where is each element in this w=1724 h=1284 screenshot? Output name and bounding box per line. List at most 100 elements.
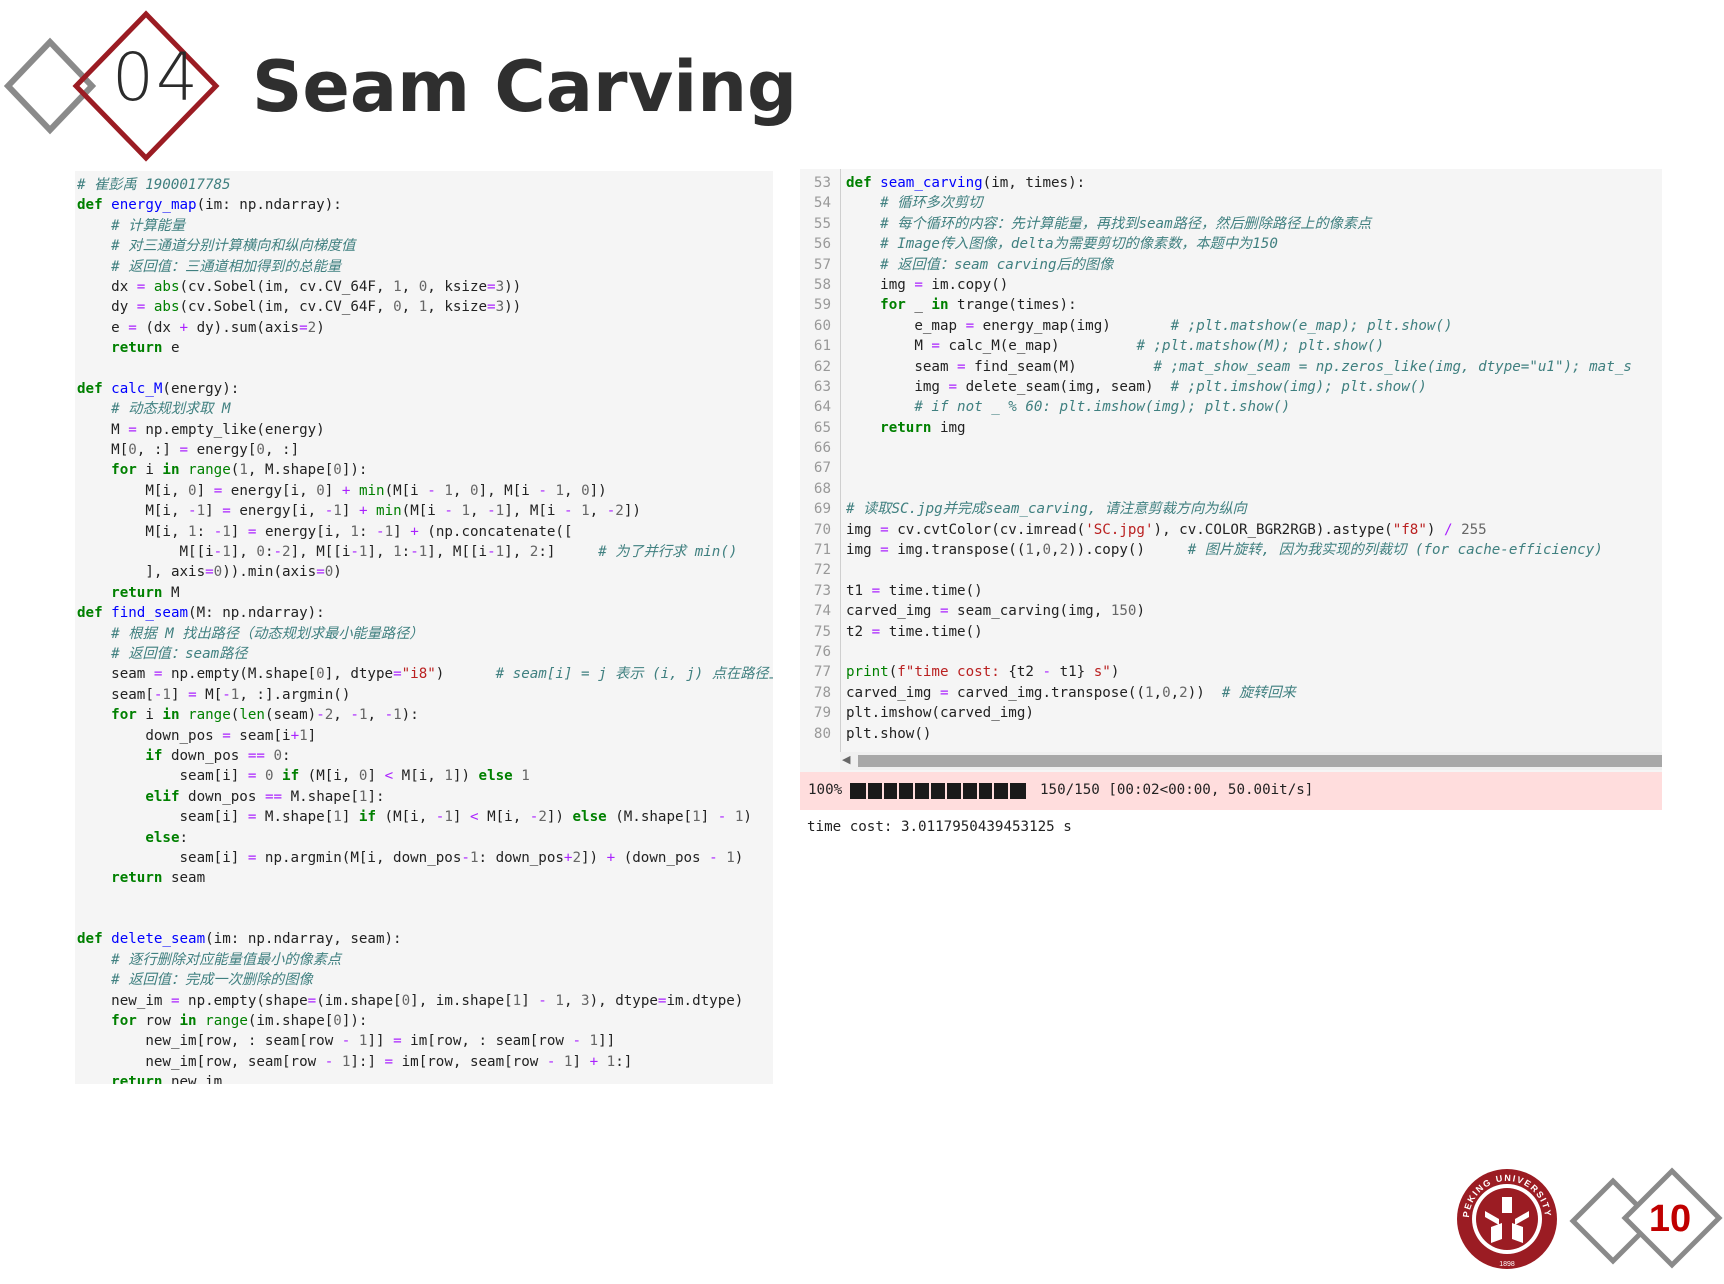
section-number: 04 — [112, 39, 200, 116]
line-number: 76 — [813, 643, 831, 660]
line-number: 79 — [813, 705, 831, 722]
progress-segment-gap — [992, 783, 995, 799]
right-code-line: # if not _ % 60: plt.imshow(img); plt.sh… — [914, 399, 1291, 416]
right-code-line: M = calc_M(e_map) # ;plt.matshow(M); plt… — [846, 338, 1385, 355]
left-code-line: return M — [111, 584, 180, 601]
left-code-line: return e — [111, 340, 180, 357]
right-code-line: # 返回值：seam carving后的图像 — [880, 256, 1114, 273]
line-number: 60 — [813, 317, 831, 334]
line-number: 80 — [813, 725, 831, 742]
left-code-line: # 返回值：seam路径 — [111, 645, 248, 662]
progress-bar — [850, 783, 1026, 799]
left-code-line: return seam — [111, 870, 206, 887]
left-code-line — [77, 359, 773, 379]
left-code-line: seam[i] = np.argmin(M[i, down_pos-1: dow… — [77, 849, 744, 866]
right-code-line: e_map = energy_map(img) # ;plt.matshow(e… — [846, 317, 1453, 334]
line-number: 68 — [813, 480, 831, 497]
line-number: 57 — [813, 256, 831, 273]
right-code-line: t2 = time.time() — [846, 623, 983, 640]
progress-percent: 100% — [808, 782, 843, 798]
line-number: 77 — [813, 664, 831, 681]
line-number: 62 — [813, 358, 831, 375]
left-code-line: seam[-1] = M[-1, :].argmin() — [77, 686, 351, 703]
left-code-line: seam[i] = M.shape[1] if (M[i, -1] < M[i,… — [77, 809, 752, 826]
left-code-line: new_im = np.empty(shape=(im.shape[0], im… — [77, 992, 744, 1009]
right-code-line — [846, 560, 1632, 580]
right-code-line: # 读取SC.jpg并完成seam_carving, 请注意剪裁方向为纵向 — [846, 501, 1247, 518]
line-number: 69 — [813, 501, 831, 518]
left-code-line: def calc_M(energy): — [77, 380, 240, 397]
left-code-line: if down_pos == 0: — [145, 747, 291, 764]
line-number: 67 — [813, 460, 831, 477]
left-code-block: # 崔彭禹 1900017785 def energy_map(im: np.nd… — [77, 175, 773, 1084]
left-code-line: new_im[row, : seam[row - 1]] = im[row, :… — [77, 1033, 616, 1050]
line-number-gutter: 53 54 55 56 57 58 59 60 61 62 63 64 65 66 67 68 69 70 71 72… — [800, 169, 841, 754]
left-code-line: dy = abs(cv.Sobel(im, cv.CV_64F, 0, 1, k… — [77, 299, 522, 316]
left-code-line: # 返回值：三通道相加得到的总能量 — [111, 258, 342, 275]
line-number: 53 — [813, 175, 831, 191]
right-code-line — [846, 642, 1632, 662]
left-code-line: seam = np.empty(M.shape[0], dtype="i8") … — [77, 666, 773, 683]
line-number: 56 — [813, 236, 831, 253]
horizontal-scrollbar[interactable]: ◀ — [840, 752, 1662, 770]
logo-year: 1898 — [1499, 1261, 1515, 1268]
line-number: 78 — [813, 684, 831, 701]
left-code-line: dx = abs(cv.Sobel(im, cv.CV_64F, 1, 0, k… — [77, 278, 522, 295]
progress-stats: 150/150 [00:02<00:00, 50.00it/s] — [1040, 782, 1314, 798]
progress-output-row: 100% 150/150 [00:02<00:00, 50.00it/s] — [800, 772, 1662, 810]
right-code-line: print(f"time cost: {t2 - t1} s") — [846, 664, 1120, 681]
line-number: 54 — [813, 195, 831, 212]
time-cost-output: time cost: 3.0117950439453125 s — [807, 819, 1072, 835]
left-code-line — [77, 889, 773, 909]
left-code-line: # 根据 M 找出路径（动态规划求最小能量路径） — [111, 625, 424, 642]
left-code-line: def delete_seam(im: np.ndarray, seam): — [77, 931, 402, 948]
left-code-line: # 动态规划求取 M — [111, 401, 231, 418]
progress-segment-gap — [960, 783, 963, 799]
left-code-line: ], axis=0)).min(axis=0) — [77, 564, 342, 581]
line-number: 66 — [813, 440, 831, 457]
left-code-line: M[i, 1: -1] = energy[i, 1: -1] + (np.con… — [77, 523, 573, 540]
progress-segment-gap — [1008, 783, 1011, 799]
line-number: 64 — [813, 399, 831, 416]
left-code-line: seam[i] = 0 if (M[i, 0] < M[i, 1]) else … — [77, 768, 530, 785]
left-code-line: # 崔彭禹 1900017785 — [77, 177, 231, 193]
right-code-line: for _ in trange(times): — [880, 297, 1077, 314]
progress-segment-gap — [897, 783, 900, 799]
right-code-line: t1 = time.time() — [846, 582, 983, 599]
right-code-line: # Image传入图像，delta为需要剪切的像素数，本题中为150 — [880, 236, 1278, 253]
scroll-left-arrow-icon[interactable]: ◀ — [842, 753, 850, 766]
right-code-line: img = img.transpose((1,0,2)).copy() # 图片… — [846, 542, 1603, 559]
line-number: 58 — [813, 276, 831, 293]
line-number: 71 — [813, 542, 831, 559]
right-code-line: img = cv.cvtColor(cv.imread('SC.jpg'), c… — [846, 521, 1487, 538]
line-number: 65 — [813, 419, 831, 436]
left-code-line: M = np.empty_like(energy) — [77, 421, 325, 438]
right-code-line — [846, 438, 1632, 458]
left-code-line: # 计算能量 — [111, 217, 186, 234]
progress-segment-gap — [865, 783, 868, 799]
progress-segment-gap — [944, 783, 947, 799]
line-number: 74 — [813, 603, 831, 620]
right-code-line — [846, 479, 1632, 499]
line-number: 70 — [813, 521, 831, 538]
line-number: 75 — [813, 623, 831, 640]
right-code-line: img = im.copy() — [846, 276, 1009, 293]
left-code-line: elif down_pos == M.shape[1]: — [145, 788, 385, 805]
right-code-line: # 每个循环的内容：先计算能量，再找到seam路径，然后删除路径上的像素点 — [880, 215, 1372, 232]
peking-university-logo: PEKING UNIVERSITY 1898 — [1457, 1169, 1557, 1269]
page-title: Seam Carving — [252, 46, 798, 128]
left-code-line: M[i, 0] = energy[i, 0] + min(M[i - 1, 0]… — [77, 482, 607, 499]
progress-segment-gap — [976, 783, 979, 799]
right-code-line: plt.imshow(carved_img) — [846, 705, 1034, 722]
left-code-line: return new_im — [111, 1074, 223, 1084]
left-code-line: down_pos = seam[i+1] — [77, 727, 317, 744]
line-number: 61 — [813, 338, 831, 355]
progress-segment-gap — [929, 783, 932, 799]
right-code-line — [846, 458, 1632, 478]
right-code-line: carved_img = carved_img.transpose((1,0,2… — [846, 684, 1296, 701]
scrollbar-thumb[interactable] — [858, 755, 1662, 767]
left-code-line — [77, 909, 773, 929]
right-code-line: seam = find_seam(M) # ;mat_show_seam = n… — [846, 358, 1632, 375]
left-code-line: for i in range(1, M.shape[0]): — [111, 462, 368, 479]
line-number: 72 — [813, 562, 831, 579]
